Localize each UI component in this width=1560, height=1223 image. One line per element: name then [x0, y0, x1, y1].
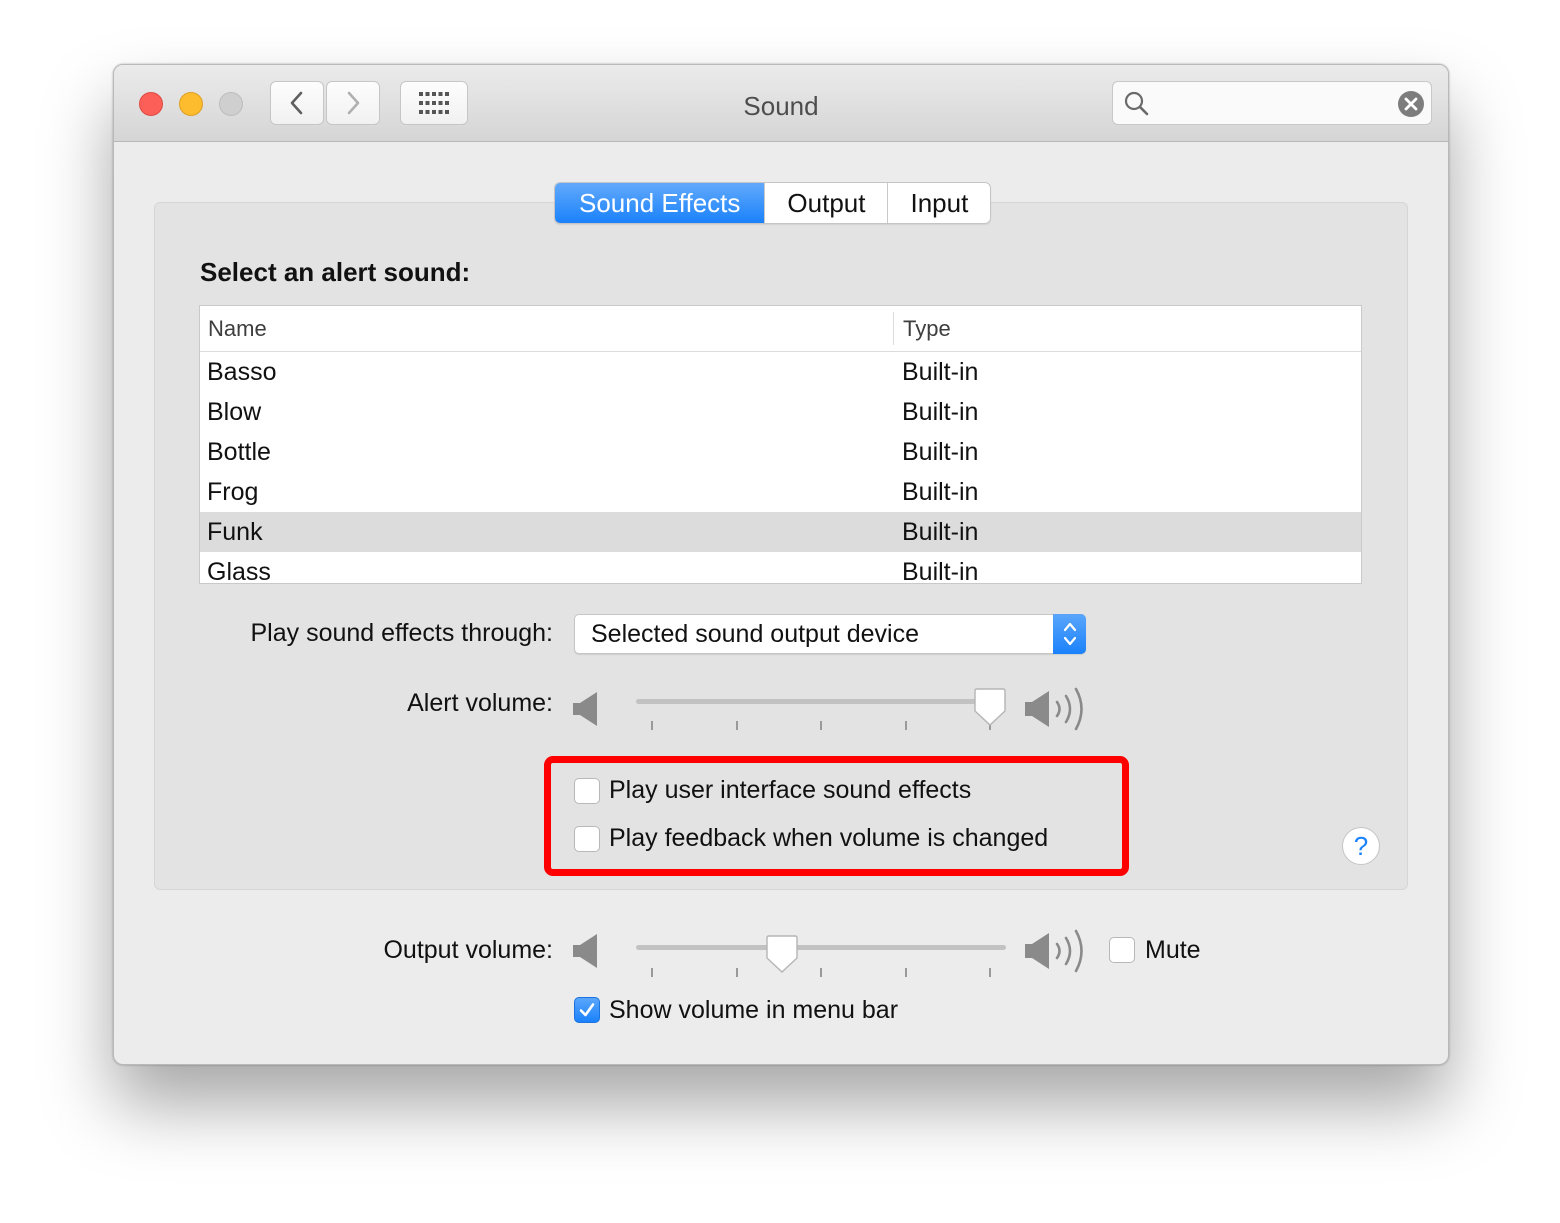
speaker-high-icon: [1024, 927, 1092, 980]
speaker-low-icon: [572, 931, 600, 976]
sound-type: Built-in: [902, 558, 979, 584]
slider-tick: [820, 721, 822, 730]
speaker-low-icon: [572, 689, 600, 734]
sound-name: Basso: [207, 358, 277, 386]
table-row[interactable]: Bottle Built-in: [200, 432, 1361, 472]
sound-preferences-window: Sound Sound Effects Output Input Select …: [113, 64, 1449, 1065]
show-volume-label[interactable]: Show volume in menu bar: [609, 996, 898, 1025]
sound-type: Built-in: [902, 358, 979, 386]
alert-sound-heading: Select an alert sound:: [200, 257, 471, 287]
alert-volume-knob[interactable]: [974, 687, 1006, 732]
mute-checkbox[interactable]: [1109, 937, 1135, 963]
highlight-outline: [544, 756, 1129, 876]
table-row[interactable]: Glass Built-in: [200, 552, 1361, 584]
title-bar: Sound: [114, 65, 1448, 142]
sound-name: Frog: [207, 478, 259, 506]
sound-type: Built-in: [902, 478, 979, 506]
table-row[interactable]: Frog Built-in: [200, 472, 1361, 512]
table-header: Name Type: [200, 306, 1361, 352]
column-header-type[interactable]: Type: [903, 316, 951, 342]
sound-name: Blow: [207, 398, 262, 426]
play-through-label: Play sound effects through:: [250, 619, 553, 647]
up-down-arrows-icon: [1053, 614, 1086, 654]
checkmark-icon: [579, 1003, 595, 1017]
play-through-value: Selected sound output device: [591, 620, 920, 648]
slider-tick: [905, 721, 907, 730]
tab-bar: Sound Effects Output Input: [554, 182, 992, 224]
output-volume-label: Output volume:: [383, 936, 553, 964]
column-header-name[interactable]: Name: [208, 316, 267, 342]
slider-tick: [736, 968, 738, 977]
slider-tick: [905, 968, 907, 977]
output-volume-track[interactable]: [636, 945, 1006, 950]
slider-tick: [989, 968, 991, 977]
column-divider[interactable]: [893, 312, 894, 345]
help-button[interactable]: ?: [1342, 827, 1380, 865]
slider-tick: [651, 721, 653, 730]
clear-search-icon[interactable]: [1397, 90, 1425, 123]
mute-label[interactable]: Mute: [1145, 936, 1201, 965]
slider-tick: [820, 968, 822, 977]
sound-type: Built-in: [902, 398, 979, 426]
sound-name: Funk: [207, 518, 263, 546]
tab-sound-effects[interactable]: Sound Effects: [555, 183, 765, 223]
slider-tick: [651, 968, 653, 977]
search-field[interactable]: [1112, 81, 1432, 125]
alert-volume-label: Alert volume:: [407, 689, 553, 717]
alert-volume-track[interactable]: [636, 699, 1006, 704]
sound-type: Built-in: [902, 518, 979, 546]
search-icon: [1123, 90, 1151, 123]
table-row[interactable]: Blow Built-in: [200, 392, 1361, 432]
show-volume-checkbox[interactable]: [574, 997, 600, 1023]
play-through-select[interactable]: Selected sound output device: [574, 614, 1086, 654]
sound-type: Built-in: [902, 438, 979, 466]
alert-sound-table[interactable]: Name Type Basso Built-in Blow Built-in B…: [199, 305, 1362, 584]
slider-tick: [736, 721, 738, 730]
speaker-high-icon: [1024, 685, 1092, 738]
tab-input[interactable]: Input: [887, 183, 990, 223]
tab-output[interactable]: Output: [764, 183, 887, 223]
table-row[interactable]: Basso Built-in: [200, 352, 1361, 392]
output-volume-knob[interactable]: [766, 934, 798, 979]
sound-name: Bottle: [207, 438, 271, 466]
sound-name: Glass: [207, 558, 271, 584]
table-row-selected[interactable]: Funk Built-in: [200, 512, 1361, 552]
